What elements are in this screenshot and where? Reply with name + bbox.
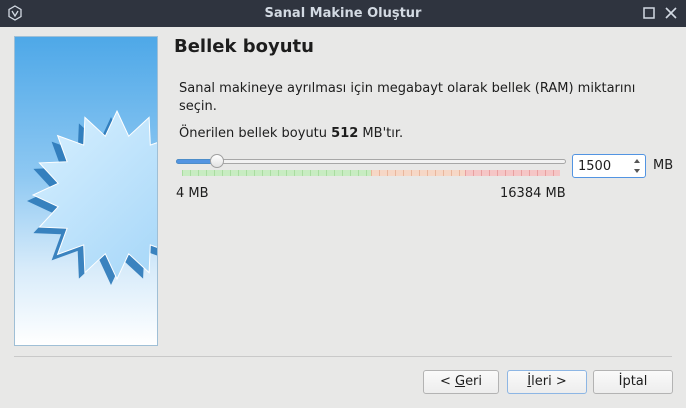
memory-description: Sanal makineye ayrılması için megabayt o… [179,81,636,114]
back-button[interactable]: < Geri [423,370,499,394]
button-separator [14,356,672,357]
cancel-button[interactable]: İptal [593,370,673,394]
window-title: Sanal Makine Oluştur [264,6,422,21]
recommended-value: 512 [331,126,359,141]
slider-groove [176,159,566,164]
page-title: Bellek boyutu [174,36,314,57]
memory-unit-label: MB [653,158,674,173]
scale-safe-zone [182,170,371,176]
spin-down-icon[interactable] [631,166,643,176]
scale-danger-zone [465,170,560,176]
next-rest: leri > [531,374,567,389]
starburst-graphic [27,109,157,285]
slider-max-label: 16384 MB [500,186,566,201]
window-titlebar: Sanal Makine Oluştur [0,0,686,27]
slider-min-label: 4 MB [176,186,209,201]
recommended-prefix: Önerilen bellek boyutu [179,126,332,141]
back-prefix: < [439,374,455,389]
wizard-window: Bellek boyutu Sanal makineye ayrılması i… [0,27,686,408]
slider-handle[interactable] [210,154,225,168]
scale-warning-zone [370,170,466,176]
spin-up-icon[interactable] [631,156,643,166]
memory-size-spinbox[interactable] [572,154,646,178]
recommended-suffix: MB'tır. [358,126,404,141]
recommended-memory-text: Önerilen bellek boyutu 512 MB'tır. [179,126,403,141]
slider-scale [182,170,560,176]
wizard-side-image [14,36,158,346]
memory-slider[interactable] [176,154,566,178]
memory-size-input[interactable] [573,155,631,177]
next-button[interactable]: İleri > [507,370,587,394]
maximize-icon[interactable] [642,6,656,20]
back-rest: eri [465,374,483,389]
back-mnemonic: G [454,374,466,389]
close-icon[interactable] [664,6,678,20]
